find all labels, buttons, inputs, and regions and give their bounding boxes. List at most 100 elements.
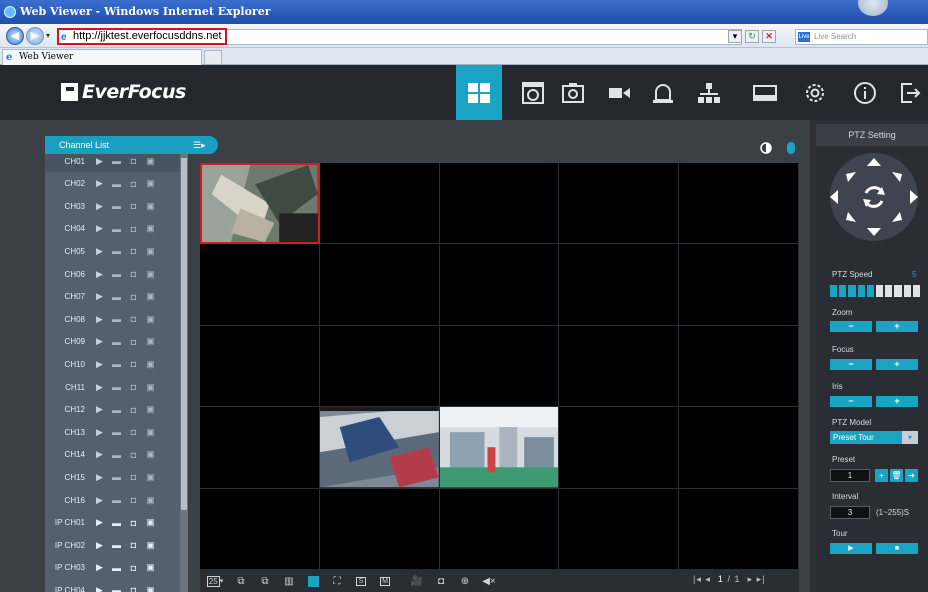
nav-alarm[interactable]: [640, 65, 686, 120]
channel-row[interactable]: CH04 ▶ ▬ ◘ ▣: [45, 218, 188, 240]
speed-segment[interactable]: [876, 285, 884, 297]
record-icon[interactable]: ▬: [108, 156, 125, 166]
channel-row[interactable]: CH01 ▶ ▬ ◘ ▣: [45, 154, 188, 172]
snapshot-icon[interactable]: ◘: [125, 359, 142, 369]
layout-cascade-icon[interactable]: ⧉: [230, 572, 252, 590]
video-cell[interactable]: [200, 163, 320, 245]
snapshot-icon[interactable]: ◘: [125, 292, 142, 302]
play-icon[interactable]: ▶: [91, 269, 108, 280]
play-icon[interactable]: ▶: [91, 336, 108, 347]
preset-delete-icon[interactable]: 🗑: [890, 469, 903, 482]
single-view-icon[interactable]: ▥: [278, 572, 300, 590]
video-cell[interactable]: [200, 407, 320, 489]
play-icon[interactable]: ▶: [91, 223, 108, 234]
record-icon[interactable]: ▬: [108, 269, 125, 279]
snapshot-icon[interactable]: ◘: [125, 269, 142, 279]
record-icon[interactable]: ▬: [108, 495, 125, 505]
preview-icon[interactable]: ▣: [142, 472, 159, 483]
record-icon[interactable]: ▬: [108, 540, 125, 550]
snapshot-icon[interactable]: ◘: [125, 540, 142, 550]
channel-row[interactable]: IP CH04 ▶ ▬ ◘ ▣: [45, 579, 188, 592]
channel-row[interactable]: CH05 ▶ ▬ ◘ ▣: [45, 240, 188, 262]
list-toggle-icon[interactable]: ☰▸: [193, 139, 215, 151]
preview-icon[interactable]: ▣: [142, 495, 159, 506]
snapshot-icon[interactable]: ◘: [125, 427, 142, 437]
record-icon[interactable]: ▬: [108, 201, 125, 211]
video-cell[interactable]: [200, 244, 320, 326]
zoom-out-button[interactable]: −: [830, 321, 872, 332]
video-cell[interactable]: [679, 163, 799, 245]
record-icon[interactable]: ▬: [108, 427, 125, 437]
nav-logout[interactable]: [886, 65, 928, 120]
focus-minus-button[interactable]: −: [830, 359, 872, 370]
play-icon[interactable]: ▶: [91, 382, 108, 393]
speed-segment[interactable]: [912, 285, 921, 297]
video-cell[interactable]: [679, 488, 799, 570]
preview-icon[interactable]: ▣: [142, 517, 159, 528]
nav-network[interactable]: [686, 65, 732, 120]
fullscreen-icon[interactable]: ⛶: [326, 572, 348, 590]
play-icon[interactable]: ▶: [91, 291, 108, 302]
nav-settings[interactable]: [792, 65, 838, 120]
channel-row[interactable]: CH16 ▶ ▬ ◘ ▣: [45, 489, 188, 511]
video-cell[interactable]: [439, 407, 560, 489]
record-icon[interactable]: ▬: [108, 563, 125, 573]
snapshot-icon[interactable]: ◘: [125, 224, 142, 234]
channel-row[interactable]: CH10 ▶ ▬ ◘ ▣: [45, 353, 188, 375]
tour-stop-button[interactable]: ■: [876, 543, 918, 554]
channel-row[interactable]: CH07 ▶ ▬ ◘ ▣: [45, 286, 188, 308]
preview-icon[interactable]: ▣: [142, 359, 159, 370]
video-cell[interactable]: [679, 407, 799, 489]
snapshot-icon[interactable]: ◘: [125, 563, 142, 573]
video-cell[interactable]: [319, 488, 440, 570]
snapshot-icon[interactable]: ◘: [125, 518, 142, 528]
snapshot-icon[interactable]: ◘: [125, 179, 142, 189]
speed-segment[interactable]: [903, 285, 911, 297]
channel-list-scroll-thumb[interactable]: [181, 158, 187, 510]
record-icon[interactable]: ▬: [108, 472, 125, 482]
preview-icon[interactable]: ▣: [142, 269, 159, 280]
next-page-icon[interactable]: ▸: [748, 574, 754, 584]
channel-row[interactable]: CH03 ▶ ▬ ◘ ▣: [45, 195, 188, 217]
iris-minus-button[interactable]: −: [830, 396, 872, 407]
speed-segment[interactable]: [885, 285, 893, 297]
zoom-in-button[interactable]: +: [876, 321, 918, 332]
channel-row[interactable]: IP CH01 ▶ ▬ ◘ ▣: [45, 512, 188, 534]
play-icon[interactable]: ▶: [91, 540, 108, 551]
nav-record[interactable]: [596, 65, 642, 120]
nav-snapshot[interactable]: [550, 65, 596, 120]
record-icon[interactable]: ▬: [108, 518, 125, 528]
history-dropdown-icon[interactable]: ▾: [46, 31, 50, 40]
video-cell[interactable]: [319, 244, 440, 326]
new-tab-button[interactable]: [204, 50, 222, 64]
channel-row[interactable]: CH08 ▶ ▬ ◘ ▣: [45, 308, 188, 330]
record-icon[interactable]: ▬: [108, 246, 125, 256]
preview-icon[interactable]: ▣: [142, 427, 159, 438]
iris-plus-button[interactable]: +: [876, 396, 918, 407]
preview-icon[interactable]: ▣: [142, 178, 159, 189]
sub-stream-icon[interactable]: S: [350, 572, 372, 590]
snapshot-icon[interactable]: ◘: [125, 472, 142, 482]
channel-row[interactable]: IP CH03 ▶ ▬ ◘ ▣: [45, 557, 188, 579]
capture-icon[interactable]: ◘: [430, 572, 452, 590]
preview-icon[interactable]: ▣: [142, 540, 159, 551]
forward-arrow-icon[interactable]: ▶: [26, 27, 44, 45]
video-cell[interactable]: [439, 488, 560, 570]
zoom-in-icon[interactable]: ⊕: [454, 572, 476, 590]
video-cell[interactable]: [559, 488, 680, 570]
play-icon[interactable]: ▶: [91, 472, 108, 483]
back-arrow-icon[interactable]: ◀: [6, 27, 24, 45]
play-icon[interactable]: ▶: [91, 201, 108, 212]
record-icon[interactable]: ▬: [108, 337, 125, 347]
play-icon[interactable]: ▶: [91, 449, 108, 460]
preview-icon[interactable]: ▣: [142, 585, 159, 592]
record-icon[interactable]: ▬: [108, 179, 125, 189]
channel-row[interactable]: CH02 ▶ ▬ ◘ ▣: [45, 173, 188, 195]
preview-icon[interactable]: ▣: [142, 382, 159, 393]
video-cell[interactable]: [439, 244, 560, 326]
preview-icon[interactable]: ▣: [142, 314, 159, 325]
preview-icon[interactable]: ▣: [142, 562, 159, 573]
play-icon[interactable]: ▶: [91, 517, 108, 528]
nav-storage[interactable]: [742, 65, 788, 120]
preview-icon[interactable]: ▣: [142, 246, 159, 257]
